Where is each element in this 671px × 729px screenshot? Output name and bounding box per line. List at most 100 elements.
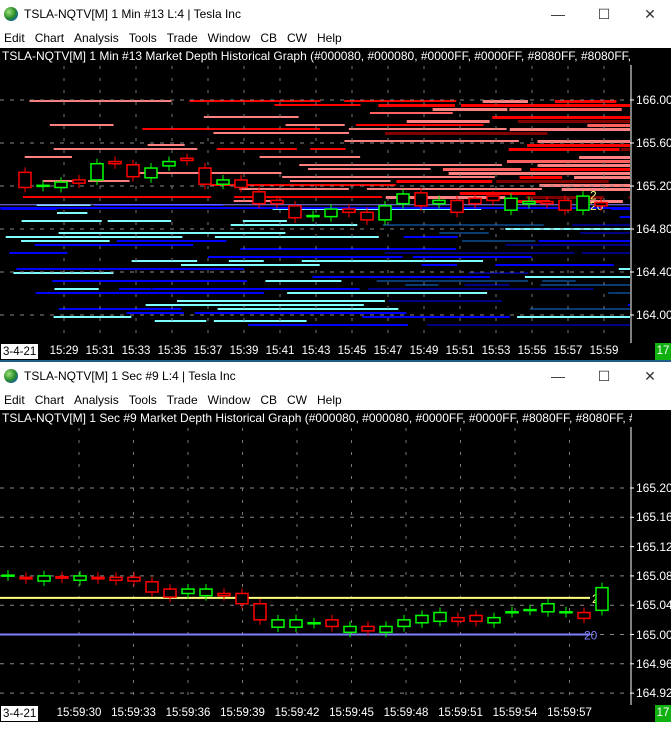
price-label: 165.12 <box>636 539 671 554</box>
depth-bar <box>554 100 617 103</box>
depth-bar <box>126 312 184 314</box>
depth-bar <box>145 304 364 306</box>
candle <box>487 612 501 628</box>
menu-edit[interactable]: Edit <box>0 393 31 407</box>
time-axis: 3-4-21 17 15:29 15:31 15:33 15:35 15:37 15:39… <box>0 343 671 360</box>
count-badge: 17 <box>655 343 671 360</box>
candle <box>1 570 15 581</box>
menu-help[interactable]: Help <box>313 31 348 45</box>
time-label: 15:39 <box>229 345 259 357</box>
candle <box>397 614 411 632</box>
time-label: 15:57 <box>553 345 583 357</box>
menu-cw[interactable]: CW <box>283 31 313 45</box>
depth-bar <box>572 224 630 226</box>
depth-bar <box>495 264 614 266</box>
depth-bar <box>58 232 286 234</box>
depth-bar <box>496 180 609 183</box>
depth-bar <box>384 132 548 135</box>
candle <box>181 584 195 599</box>
close-button[interactable]: ✕ <box>627 362 671 390</box>
time-label: 15:45 <box>337 345 367 357</box>
time-label: 15:59:39 <box>220 707 265 719</box>
menu-trade[interactable]: Trade <box>163 393 204 407</box>
depth-bar <box>53 316 132 318</box>
menu-bar: Edit Chart Analysis Tools Trade Window CB CW Hel… <box>0 28 671 48</box>
depth-bar <box>119 288 152 290</box>
menu-chart[interactable]: Chart <box>31 31 70 45</box>
depth-bar <box>524 276 630 278</box>
menu-cb[interactable]: CB <box>256 31 283 45</box>
depth-bar <box>508 148 620 151</box>
candle <box>144 163 158 183</box>
time-axis: 3-4-21 17 15:59:30 15:59:33 15:59:36 15:59:… <box>0 705 671 722</box>
menu-analysis[interactable]: Analysis <box>70 393 125 407</box>
window-1min: TSLA-NQTV[M] 1 Min #13 L:4 | Tesla Inc —… <box>0 0 671 360</box>
menu-tools[interactable]: Tools <box>125 31 163 45</box>
candle <box>577 607 591 624</box>
depth-bar <box>620 148 630 151</box>
depth-bar <box>285 124 345 126</box>
depth-bar <box>289 180 391 182</box>
candle <box>163 584 177 603</box>
depth-bar <box>230 224 358 226</box>
candle <box>505 606 519 618</box>
depth-bar <box>459 192 536 195</box>
candle <box>415 610 429 628</box>
depth-bar <box>468 272 529 274</box>
menu-edit[interactable]: Edit <box>0 31 31 45</box>
menu-trade[interactable]: Trade <box>163 31 204 45</box>
time-label: 15:59:57 <box>547 707 592 719</box>
candle <box>54 177 68 193</box>
depth-bar <box>282 176 495 178</box>
depth-chart[interactable]: TSLA-NQTV[M] 1 Min #13 Market Depth Hist… <box>0 48 671 343</box>
depth-bar <box>362 316 510 318</box>
candle <box>198 163 212 190</box>
time-label: 15:37 <box>193 345 223 357</box>
depth-bar <box>16 268 245 270</box>
depth-bar <box>152 288 360 290</box>
depth-bar <box>509 128 630 131</box>
depth-bar <box>248 324 409 326</box>
menu-window[interactable]: Window <box>204 31 257 45</box>
menu-window[interactable]: Window <box>204 393 257 407</box>
depth-bar <box>24 156 72 158</box>
menu-help[interactable]: Help <box>313 393 348 407</box>
date-label: 3-4-21 <box>0 343 40 360</box>
candle <box>324 204 338 222</box>
maximize-button[interactable]: ☐ <box>581 362 627 390</box>
depth-bar <box>542 280 576 282</box>
time-label: 15:55 <box>517 345 547 357</box>
depth-bar <box>21 220 102 222</box>
depth-bar <box>58 308 182 310</box>
minimize-button[interactable]: — <box>535 0 581 28</box>
depth-bar <box>265 280 342 282</box>
candle <box>73 570 87 586</box>
time-label: 15:59:33 <box>111 707 156 719</box>
depth-bar <box>384 252 575 254</box>
depth-bar <box>608 292 630 294</box>
candle <box>541 598 555 617</box>
menu-cw[interactable]: CW <box>283 393 313 407</box>
menu-chart[interactable]: Chart <box>31 393 70 407</box>
time-label: 15:49 <box>409 345 439 357</box>
close-button[interactable]: ✕ <box>627 0 671 28</box>
maximize-button[interactable]: ☐ <box>581 0 627 28</box>
time-label: 15:43 <box>301 345 331 357</box>
depth-bar <box>213 320 307 322</box>
depth-bar <box>538 240 630 242</box>
menu-analysis[interactable]: Analysis <box>70 31 125 45</box>
depth-chart[interactable]: TSLA-NQTV[M] 1 Sec #9 Market Depth Histo… <box>0 410 671 729</box>
time-label: 15:35 <box>157 345 187 357</box>
time-label: 15:59:30 <box>56 707 102 719</box>
depth-bar <box>388 300 503 302</box>
candle <box>253 598 267 625</box>
candle <box>37 570 51 587</box>
menu-cb[interactable]: CB <box>256 393 283 407</box>
menu-tools[interactable]: Tools <box>125 393 163 407</box>
minimize-button[interactable]: — <box>535 362 581 390</box>
depth-bar <box>52 280 248 282</box>
depth-bar <box>403 236 458 238</box>
depth-bar <box>378 104 455 107</box>
depth-bar <box>509 108 622 111</box>
chart-header: TSLA-NQTV[M] 1 Min #13 Market Depth Hist… <box>2 49 632 63</box>
